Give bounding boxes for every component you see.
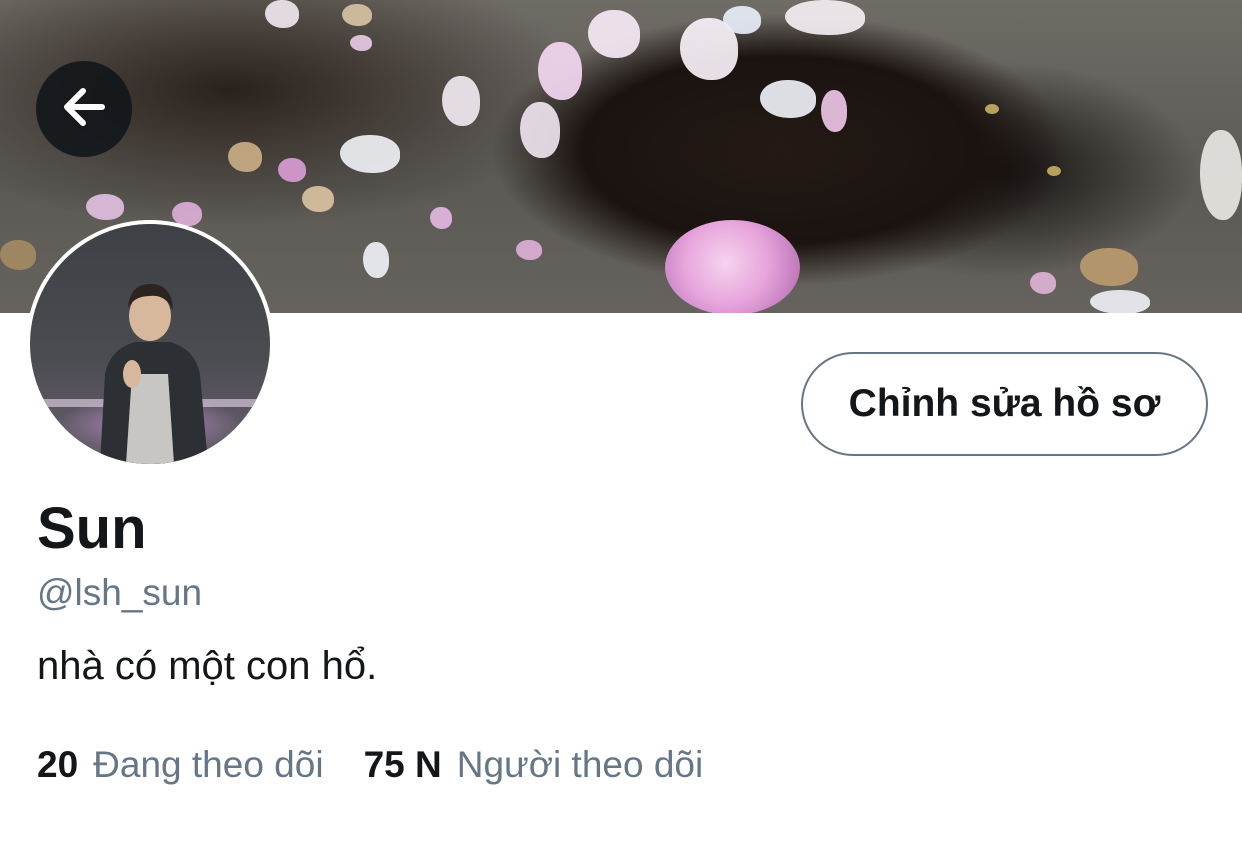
follow-stats: 20 Đang theo dõi 75 N Người theo dõi <box>37 744 704 786</box>
following-link[interactable]: 20 Đang theo dõi <box>37 744 324 786</box>
arrow-left-icon <box>58 81 110 138</box>
back-button[interactable] <box>36 61 132 157</box>
display-name: Sun <box>37 496 147 561</box>
profile-bio: nhà có một con hổ. <box>37 644 378 688</box>
profile-avatar[interactable] <box>26 220 274 468</box>
following-label: Đang theo dõi <box>93 744 324 785</box>
avatar-photo <box>30 224 270 464</box>
edit-profile-button[interactable]: Chỉnh sửa hồ sơ <box>801 352 1208 456</box>
following-count: 20 <box>37 744 79 785</box>
followers-link[interactable]: 75 N Người theo dõi <box>363 744 704 786</box>
followers-label: Người theo dõi <box>456 744 704 785</box>
followers-count: 75 N <box>363 744 442 785</box>
user-handle: @lsh_sun <box>37 572 203 613</box>
